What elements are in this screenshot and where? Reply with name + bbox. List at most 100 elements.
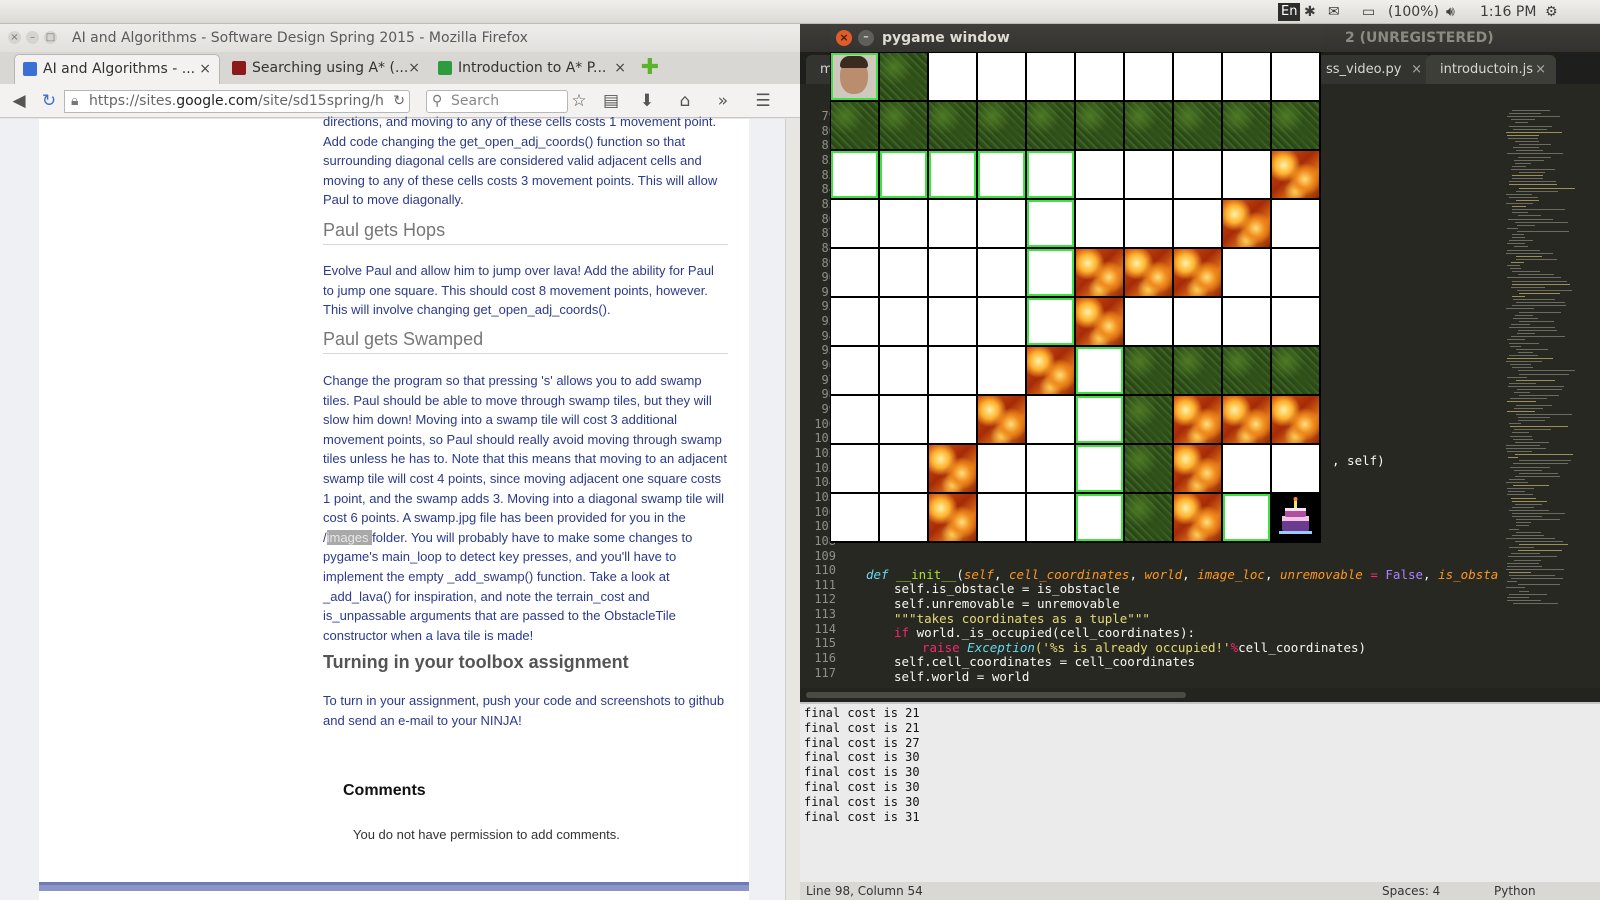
pathfinding-grid[interactable]	[830, 52, 1321, 543]
empty-tile[interactable]	[1223, 151, 1270, 198]
empty-tile[interactable]	[1272, 53, 1319, 100]
maximize-icon[interactable]: □	[44, 31, 57, 44]
paul-avatar[interactable]	[831, 53, 878, 100]
tab-close-icon[interactable]: ×	[1535, 55, 1546, 84]
empty-tile[interactable]	[929, 53, 976, 100]
empty-tile[interactable]	[831, 249, 878, 296]
lava-tile[interactable]	[1174, 445, 1221, 492]
grass-tile[interactable]	[1076, 102, 1123, 149]
grass-tile[interactable]	[1272, 347, 1319, 394]
grass-tile[interactable]	[1125, 494, 1172, 541]
empty-tile[interactable]	[978, 494, 1025, 541]
empty-tile[interactable]	[1076, 151, 1123, 198]
lava-tile[interactable]	[1076, 298, 1123, 345]
path-tile[interactable]	[1027, 298, 1074, 345]
empty-tile[interactable]	[1223, 53, 1270, 100]
tab-close-icon[interactable]: ×	[614, 54, 626, 82]
empty-tile[interactable]	[1223, 445, 1270, 492]
empty-tile[interactable]	[978, 53, 1025, 100]
syntax-mode[interactable]: Python	[1494, 882, 1536, 900]
grass-tile[interactable]	[1223, 102, 1270, 149]
empty-tile[interactable]	[831, 298, 878, 345]
path-tile[interactable]	[1027, 200, 1074, 247]
empty-tile[interactable]	[929, 347, 976, 394]
lava-tile[interactable]	[929, 445, 976, 492]
grass-tile[interactable]	[1125, 347, 1172, 394]
empty-tile[interactable]	[978, 298, 1025, 345]
lava-tile[interactable]	[929, 494, 976, 541]
grass-tile[interactable]	[978, 102, 1025, 149]
lava-tile[interactable]	[978, 396, 1025, 443]
cake-goal-tile[interactable]	[1272, 494, 1319, 541]
path-tile[interactable]	[1223, 494, 1270, 541]
empty-tile[interactable]	[1272, 249, 1319, 296]
empty-tile[interactable]	[1125, 53, 1172, 100]
empty-tile[interactable]	[978, 347, 1025, 394]
empty-tile[interactable]	[929, 298, 976, 345]
path-tile[interactable]	[929, 151, 976, 198]
code-minimap[interactable]	[1498, 84, 1600, 688]
grass-tile[interactable]	[1125, 445, 1172, 492]
bookmarks-list-icon[interactable]: ▤	[598, 88, 624, 114]
lava-tile[interactable]	[1076, 249, 1123, 296]
tab-close-icon[interactable]: ×	[408, 54, 420, 82]
grass-tile[interactable]	[880, 102, 927, 149]
settings-gear-icon[interactable]: ⚙	[1545, 3, 1558, 21]
empty-tile[interactable]	[978, 249, 1025, 296]
grass-tile[interactable]	[1125, 102, 1172, 149]
empty-tile[interactable]	[1027, 396, 1074, 443]
path-tile[interactable]	[880, 151, 927, 198]
path-tile[interactable]	[1027, 151, 1074, 198]
path-tile[interactable]	[1076, 396, 1123, 443]
grass-tile[interactable]	[929, 102, 976, 149]
reload-icon[interactable]: ↻	[393, 91, 405, 112]
tab-close-icon[interactable]: ×	[1411, 55, 1422, 84]
empty-tile[interactable]	[880, 494, 927, 541]
empty-tile[interactable]	[929, 396, 976, 443]
empty-tile[interactable]	[831, 347, 878, 394]
grass-tile[interactable]	[831, 102, 878, 149]
grass-tile[interactable]	[1174, 347, 1221, 394]
home-icon[interactable]: ⌂	[672, 88, 698, 114]
empty-tile[interactable]	[1174, 151, 1221, 198]
grass-tile[interactable]	[1223, 347, 1270, 394]
bookmark-star-icon[interactable]: ☆	[566, 88, 592, 114]
path-tile[interactable]	[1076, 494, 1123, 541]
lava-tile[interactable]	[1174, 396, 1221, 443]
tab-video-py[interactable]: ss_video.py ×	[1312, 55, 1432, 84]
empty-tile[interactable]	[1174, 298, 1221, 345]
url-bar[interactable]: 🔒︎ https://sites.google.com/site/sd15spr…	[64, 90, 410, 113]
overflow-chevron-icon[interactable]: »	[710, 88, 736, 114]
indentation-setting[interactable]: Spaces: 4	[1382, 882, 1440, 900]
empty-tile[interactable]	[1174, 53, 1221, 100]
empty-tile[interactable]	[880, 200, 927, 247]
clock[interactable]: 1:16 PM	[1480, 3, 1536, 21]
empty-tile[interactable]	[1272, 445, 1319, 492]
empty-tile[interactable]	[1125, 298, 1172, 345]
volume-icon[interactable]: 🔊︎	[1446, 3, 1455, 21]
tab-close-icon[interactable]: ×	[199, 55, 211, 83]
lava-tile[interactable]	[1174, 249, 1221, 296]
lava-tile[interactable]	[1223, 396, 1270, 443]
firefox-scrollbar[interactable]	[785, 119, 795, 900]
empty-tile[interactable]	[1076, 53, 1123, 100]
minimize-icon[interactable]: –	[858, 30, 874, 46]
empty-tile[interactable]	[1223, 298, 1270, 345]
new-tab-plus-icon[interactable]: ✚	[637, 55, 663, 81]
lava-tile[interactable]	[1027, 347, 1074, 394]
empty-tile[interactable]	[831, 396, 878, 443]
empty-tile[interactable]	[880, 347, 927, 394]
empty-tile[interactable]	[1027, 494, 1074, 541]
lava-tile[interactable]	[1223, 200, 1270, 247]
empty-tile[interactable]	[831, 445, 878, 492]
empty-tile[interactable]	[1272, 200, 1319, 247]
empty-tile[interactable]	[831, 494, 878, 541]
download-icon[interactable]: ⬇	[634, 88, 660, 114]
scroll-thumb[interactable]	[806, 692, 1186, 698]
battery-icon[interactable]: ▭	[1362, 3, 1375, 21]
search-input[interactable]: ⚲ Search	[426, 90, 568, 113]
grass-tile[interactable]	[1272, 102, 1319, 149]
empty-tile[interactable]	[929, 249, 976, 296]
empty-tile[interactable]	[880, 396, 927, 443]
path-tile[interactable]	[1076, 445, 1123, 492]
